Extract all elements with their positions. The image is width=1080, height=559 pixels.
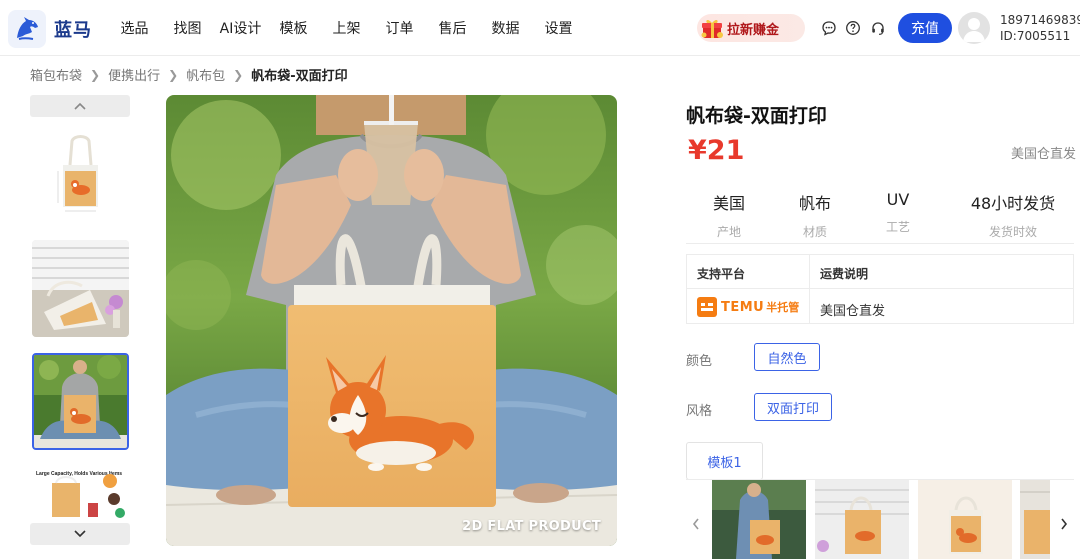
invite-reward-label: 拉新赚金 <box>727 22 780 38</box>
thumbnail-2[interactable] <box>32 240 129 337</box>
temu-badge-icon <box>697 297 717 317</box>
chevron-right-icon: ❯ <box>233 67 244 82</box>
attribute-delivery: 48小时发货 发货时效 <box>958 190 1068 240</box>
breadcrumb-item-canvas-bag[interactable]: 帆布包 <box>186 65 225 84</box>
main-nav: 选品 找图 AI设计 模板 上架 订单 售后 数据 设置 <box>108 18 585 38</box>
attribute-label: 产地 <box>716 225 741 239</box>
attribute-value: UV <box>886 190 910 209</box>
template-thumbnail-1[interactable] <box>712 480 806 559</box>
breadcrumb-item-current: 帆布袋-双面打印 <box>251 69 348 84</box>
product-attributes: 美国 产地 帆布 材质 UV 工艺 48小时发货 发货时效 <box>686 190 1074 244</box>
thumbs-scroll-up-button[interactable] <box>30 95 130 117</box>
nav-item-find-image[interactable]: 找图 <box>161 18 214 38</box>
templates-next-button[interactable] <box>1056 512 1072 536</box>
table-header-shipping: 运费说明 <box>820 267 869 281</box>
chevron-left-icon <box>692 518 699 530</box>
help-icon[interactable] <box>845 20 861 36</box>
template-thumbnail-3[interactable] <box>918 480 1012 559</box>
attribute-material: 帆布 材质 <box>784 190 846 240</box>
main-product-image: 2D FLAT PRODUCT <box>166 95 617 546</box>
attribute-value: 美国 <box>712 194 745 213</box>
chevron-right-icon: ❯ <box>168 67 179 82</box>
tab-template-1[interactable]: 模板1 <box>686 442 763 480</box>
headset-icon[interactable] <box>870 20 886 36</box>
main-image-caption: 2D FLAT PRODUCT <box>462 519 601 534</box>
nav-item-ai-design[interactable]: AI设计 <box>214 18 267 38</box>
table-header-platform: 支持平台 <box>697 267 746 281</box>
nav-item-orders[interactable]: 订单 <box>373 18 426 38</box>
attribute-label: 材质 <box>802 225 827 239</box>
chevron-up-icon <box>74 102 86 110</box>
thumbnail-1[interactable] <box>32 127 129 224</box>
invite-reward-banner[interactable]: 拉新赚金 <box>697 14 805 42</box>
nav-item-templates[interactable]: 模板 <box>267 18 320 38</box>
shipping-tag: 美国仓直发 <box>1011 147 1077 162</box>
thumbs-scroll-down-button[interactable] <box>30 523 130 545</box>
brand-name[interactable]: 蓝马 <box>54 16 92 42</box>
recharge-button[interactable]: 充值 <box>898 13 952 43</box>
product-price: ¥21 <box>688 135 745 166</box>
option-style-double-print[interactable]: 双面打印 <box>754 393 832 421</box>
breadcrumb-item-travel[interactable]: 便携出行 <box>108 65 160 84</box>
product-title: 帆布袋-双面打印 <box>686 105 827 127</box>
chevron-down-icon <box>74 530 86 538</box>
user-phone: 18971469839 <box>1000 13 1080 27</box>
chevron-right-icon <box>1061 518 1068 530</box>
platform-name: TEMU <box>721 299 765 315</box>
attribute-label: 发货时效 <box>988 225 1037 239</box>
attribute-label: 工艺 <box>885 220 910 234</box>
template-thumbnail-4[interactable] <box>1020 480 1050 559</box>
nav-item-after-sales[interactable]: 售后 <box>426 18 479 38</box>
nav-item-data[interactable]: 数据 <box>479 18 532 38</box>
shipping-note: 美国仓直发 <box>820 304 886 319</box>
platform-table: 支持平台 运费说明 TEMU 半托管 美国仓直发 <box>686 254 1074 324</box>
breadcrumb-item-bags[interactable]: 箱包布袋 <box>30 65 82 84</box>
option-label-color: 颜色 <box>686 354 713 369</box>
top-header: 蓝马 选品 找图 AI设计 模板 上架 订单 售后 数据 设置 拉新赚金 充值 … <box>0 0 1080 56</box>
horse-logo-icon[interactable] <box>8 10 46 48</box>
nav-item-listing[interactable]: 上架 <box>320 18 373 38</box>
user-id: ID:7005511 <box>1000 29 1071 43</box>
attribute-process: UV 工艺 <box>868 190 928 235</box>
templates-prev-button[interactable] <box>688 512 704 536</box>
template-thumbnail-2[interactable] <box>815 480 909 559</box>
avatar[interactable] <box>958 12 990 44</box>
option-label-style: 风格 <box>686 404 713 419</box>
attribute-value: 48小时发货 <box>970 194 1056 213</box>
breadcrumb: 箱包布袋 ❯ 便携出行 ❯ 帆布包 ❯ 帆布袋-双面打印 <box>30 65 348 85</box>
gift-icon <box>697 14 727 42</box>
option-color-natural[interactable]: 自然色 <box>754 343 820 371</box>
temu-logo: TEMU 半托管 <box>697 296 801 318</box>
chevron-right-icon: ❯ <box>90 67 101 82</box>
platform-subtitle: 半托管 <box>766 301 800 314</box>
attribute-value: 帆布 <box>798 194 831 213</box>
attribute-origin: 美国 产地 <box>696 190 762 240</box>
thumbnail-3-selected[interactable] <box>32 353 129 450</box>
nav-item-select[interactable]: 选品 <box>108 18 161 38</box>
message-icon[interactable] <box>821 20 837 36</box>
nav-item-settings[interactable]: 设置 <box>532 18 585 38</box>
